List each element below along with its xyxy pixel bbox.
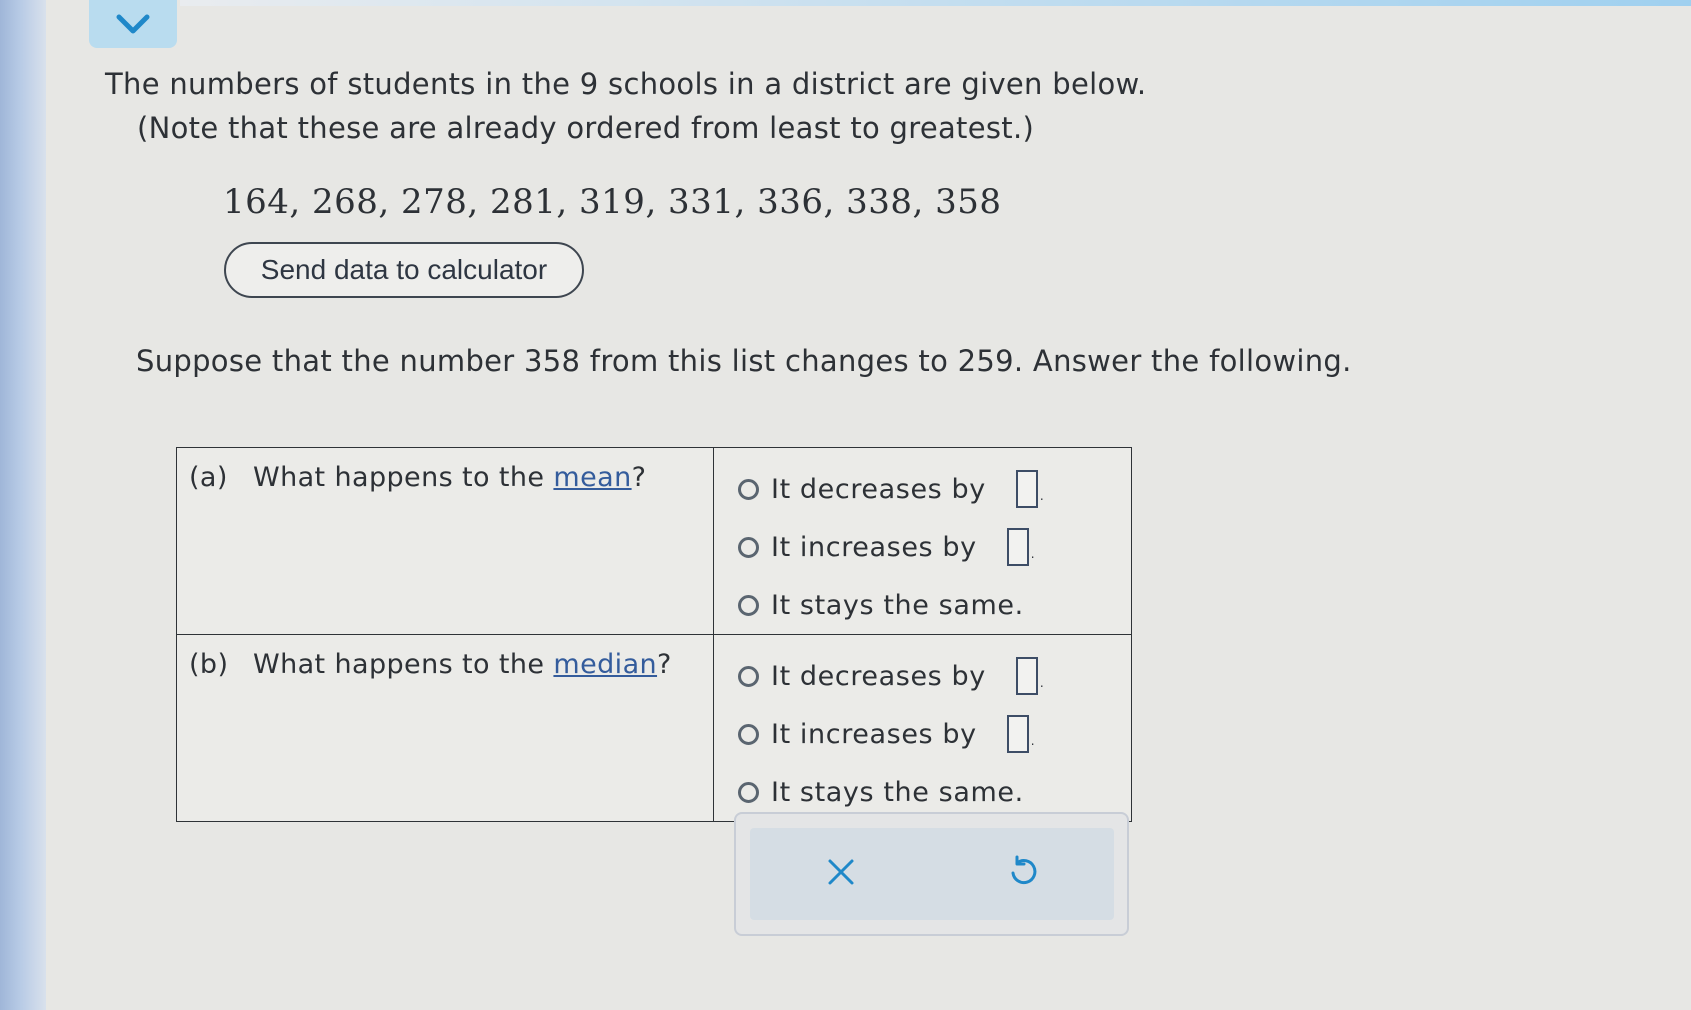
question-b-cell: (b) What happens to the median? — [176, 634, 714, 822]
intro-line-1: The numbers of students in the 9 schools… — [105, 67, 1147, 101]
question-text: What happens to the — [253, 462, 554, 493]
option-median-decreases[interactable]: It decreases by . — [738, 647, 1131, 705]
radio-button[interactable] — [738, 781, 759, 803]
radio-button[interactable] — [738, 665, 759, 687]
close-icon — [826, 857, 856, 891]
clear-button[interactable] — [811, 844, 871, 904]
question-suffix: ? — [657, 649, 672, 680]
mean-link[interactable]: mean — [553, 462, 631, 493]
send-data-button[interactable]: Send data to calculator — [224, 242, 584, 298]
question-tag: (b) — [189, 649, 229, 680]
answer-input[interactable] — [1015, 657, 1038, 695]
radio-button[interactable] — [738, 594, 759, 616]
left-margin-strip — [0, 0, 46, 1010]
change-statement: Suppose that the number 358 from this li… — [136, 344, 1352, 378]
question-tag: (a) — [189, 462, 228, 493]
answer-options-b: It decreases by . It increases by . It s… — [713, 634, 1132, 822]
chevron-down-icon — [114, 13, 152, 35]
question-row-b: (b) What happens to the median? It decrea… — [176, 634, 1132, 822]
option-label: It decreases by — [771, 473, 986, 505]
question-text: What happens to the — [253, 649, 554, 680]
median-link[interactable]: median — [553, 649, 657, 680]
radio-button[interactable] — [738, 536, 759, 558]
collapse-toggle[interactable] — [89, 0, 177, 48]
option-label: It stays the same. — [771, 589, 1024, 621]
option-mean-same[interactable]: It stays the same. — [738, 576, 1131, 634]
action-panel — [734, 812, 1129, 936]
top-progress-line — [180, 0, 1691, 6]
questions-table: (a) What happens to the mean? It decrease… — [176, 447, 1132, 822]
answer-options-a: It decreases by . It increases by . It s… — [713, 447, 1132, 635]
answer-input[interactable] — [1006, 715, 1029, 753]
radio-button[interactable] — [738, 478, 759, 500]
answer-input[interactable] — [1015, 470, 1038, 508]
option-mean-increases[interactable]: It increases by . — [738, 518, 1131, 576]
dataset-values: 164, 268, 278, 281, 319, 331, 336, 338, … — [223, 182, 1002, 222]
question-row-a: (a) What happens to the mean? It decrease… — [176, 447, 1132, 635]
option-median-increases[interactable]: It increases by . — [738, 705, 1131, 763]
question-a-cell: (a) What happens to the mean? — [176, 447, 714, 635]
intro-line-2: (Note that these are already ordered fro… — [137, 111, 1035, 145]
action-bar — [750, 828, 1114, 920]
radio-button[interactable] — [738, 723, 759, 745]
question-suffix: ? — [631, 462, 647, 493]
option-label: It increases by — [771, 531, 977, 563]
option-mean-decreases[interactable]: It decreases by . — [738, 460, 1131, 518]
undo-button[interactable] — [993, 844, 1053, 904]
option-label: It increases by — [771, 718, 977, 750]
undo-icon — [1007, 855, 1039, 893]
problem-intro: The numbers of students in the 9 schools… — [105, 62, 1146, 150]
option-label: It decreases by — [771, 660, 986, 692]
option-label: It stays the same. — [771, 776, 1024, 808]
answer-input[interactable] — [1006, 528, 1029, 566]
